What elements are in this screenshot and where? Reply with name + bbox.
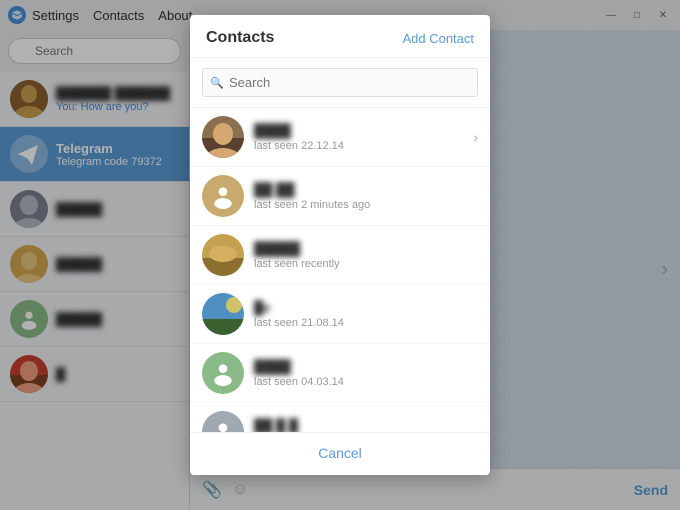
contact-avatar bbox=[202, 411, 244, 432]
contact-name: ██ ██ bbox=[254, 182, 478, 197]
contact-item[interactable]: ████ last seen 22.12.14 › bbox=[190, 108, 490, 167]
contacts-list: ████ last seen 22.12.14 › ██ ██ last see… bbox=[190, 108, 490, 432]
contact-info: ████ last seen 04.03.14 bbox=[254, 359, 478, 388]
contact-status: last seen 04.03.14 bbox=[254, 376, 478, 388]
contact-name: ██ █ █ bbox=[254, 418, 478, 433]
contact-avatar bbox=[202, 175, 244, 217]
cancel-button[interactable]: Cancel bbox=[318, 445, 362, 461]
modal-overlay: Contacts Add Contact 🔍 bbox=[0, 0, 680, 510]
contact-info: ████ last seen 22.12.14 bbox=[254, 123, 463, 152]
contact-avatar bbox=[202, 234, 244, 276]
contact-info: █e last seen 21.08.14 bbox=[254, 300, 478, 329]
contact-status: last seen 21.08.14 bbox=[254, 317, 478, 329]
contact-avatar bbox=[202, 293, 244, 335]
contact-name: ████ bbox=[254, 123, 463, 138]
contact-name: ████ bbox=[254, 359, 478, 374]
contact-name: █e bbox=[254, 300, 478, 315]
modal-title: Contacts bbox=[206, 29, 274, 47]
contact-status: last seen recently bbox=[254, 258, 478, 270]
contact-item[interactable]: ██ ██ last seen 2 minutes ago bbox=[190, 167, 490, 226]
contact-info: ██ ██ last seen 2 minutes ago bbox=[254, 182, 478, 211]
modal-search-input[interactable] bbox=[202, 68, 478, 97]
contact-arrow-icon: › bbox=[473, 129, 478, 145]
contact-info: ██ █ █ last seen 30.01.15 bbox=[254, 418, 478, 433]
modal-footer: Cancel bbox=[190, 432, 490, 475]
contact-name: █████ bbox=[254, 241, 478, 256]
modal-search-icon: 🔍 bbox=[210, 76, 224, 89]
contact-item[interactable]: █████ last seen recently bbox=[190, 226, 490, 285]
contact-item[interactable]: ██ █ █ last seen 30.01.15 bbox=[190, 403, 490, 432]
contact-item[interactable]: █e last seen 21.08.14 bbox=[190, 285, 490, 344]
contact-avatar bbox=[202, 352, 244, 394]
contact-info: █████ last seen recently bbox=[254, 241, 478, 270]
contact-status: last seen 2 minutes ago bbox=[254, 199, 478, 211]
modal-header: Contacts Add Contact bbox=[190, 15, 490, 58]
modal-search-area: 🔍 bbox=[190, 58, 490, 108]
contact-status: last seen 22.12.14 bbox=[254, 140, 463, 152]
contact-avatar bbox=[202, 116, 244, 158]
add-contact-button[interactable]: Add Contact bbox=[402, 31, 474, 46]
contact-item[interactable]: ████ last seen 04.03.14 bbox=[190, 344, 490, 403]
contacts-modal: Contacts Add Contact 🔍 bbox=[190, 15, 490, 475]
